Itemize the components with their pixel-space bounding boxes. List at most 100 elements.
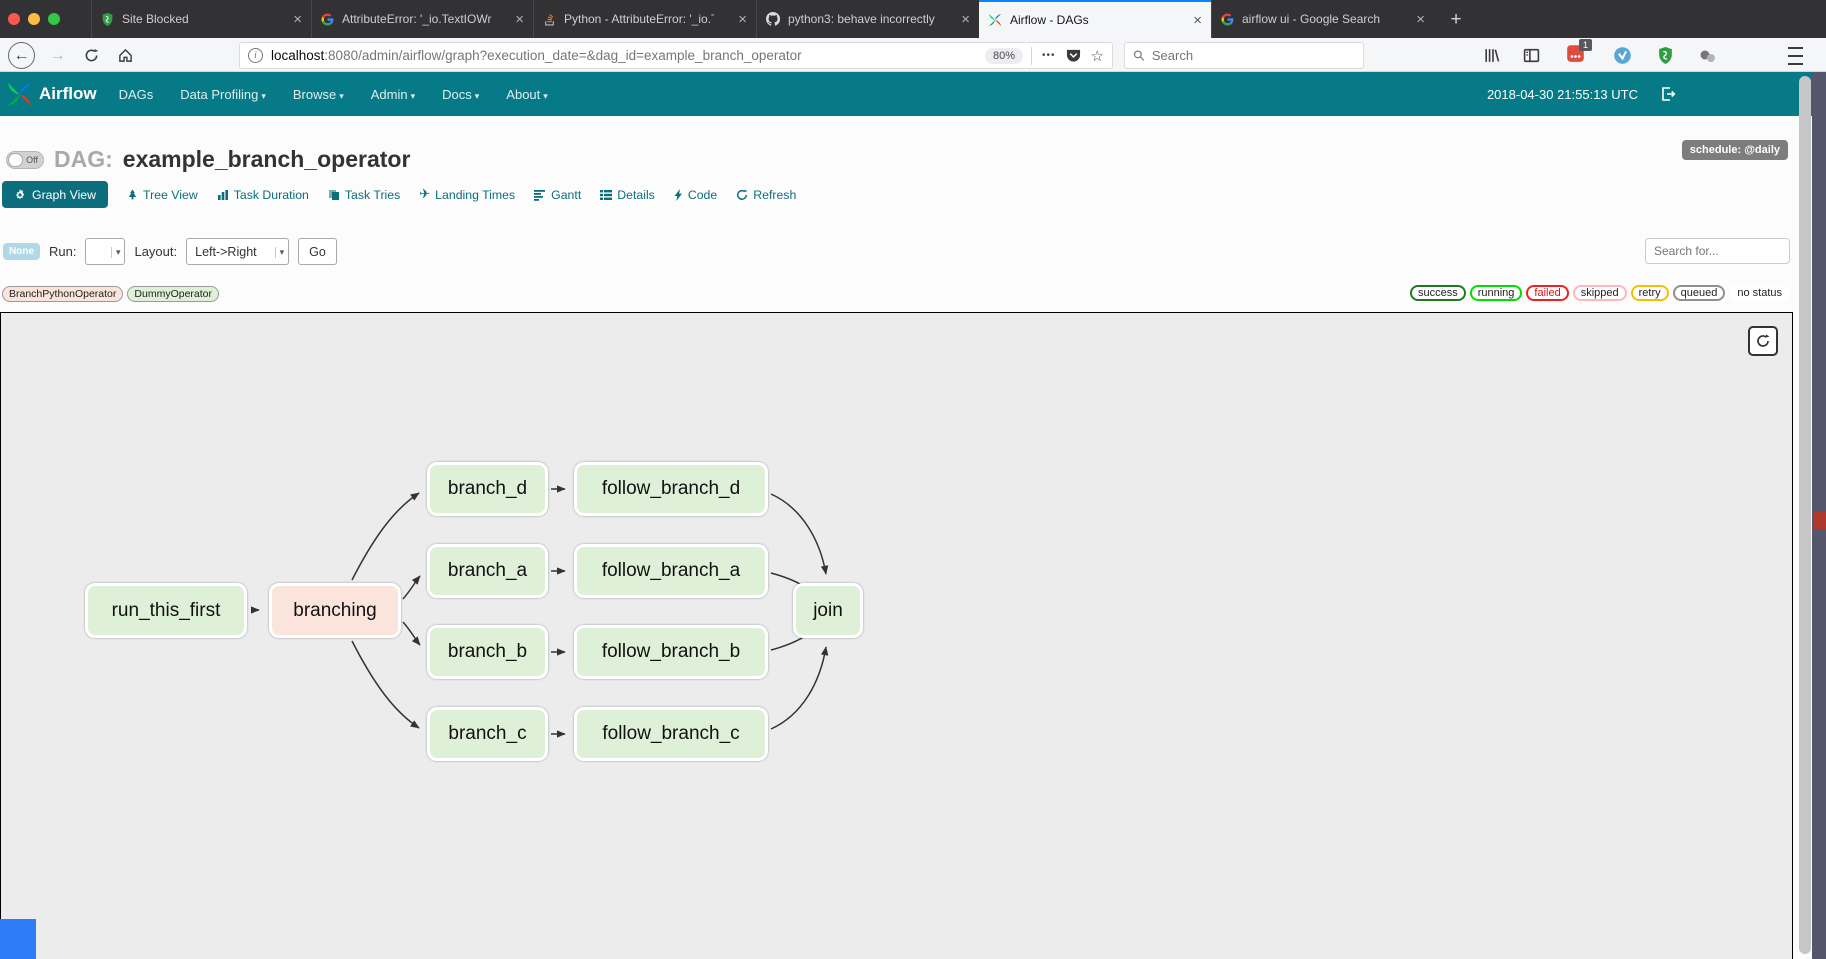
- grey-spheres-extension-button[interactable]: [1698, 42, 1718, 69]
- task-node-follow-branch-a[interactable]: follow_branch_a: [574, 544, 768, 598]
- nav-item-dags[interactable]: DAGs: [119, 87, 154, 102]
- run-select[interactable]: ▾: [85, 238, 125, 265]
- traffic-light-close[interactable]: [8, 13, 20, 25]
- tab-bar: Site Blocked × AttributeError: '_io.Text…: [0, 0, 1826, 38]
- tab-airflow-ui-search[interactable]: airflow ui - Google Search ×: [1211, 0, 1434, 38]
- home-button[interactable]: [112, 42, 139, 69]
- tree-icon: [127, 189, 138, 201]
- logout-icon[interactable]: [1660, 86, 1676, 102]
- new-tab-button[interactable]: +: [1443, 7, 1469, 32]
- tab-code[interactable]: Code: [674, 188, 717, 202]
- forward-button: →: [44, 42, 71, 69]
- dagrun-state-badge: None: [3, 243, 40, 260]
- layout-select[interactable]: Left->Right▾: [186, 238, 289, 265]
- url-text[interactable]: localhost:8080/admin/airflow/graph?execu…: [271, 48, 977, 63]
- chevron-down-icon: ▾: [475, 91, 480, 101]
- tab-graph-view[interactable]: Graph View: [2, 181, 108, 208]
- nav-item-about[interactable]: About▾: [506, 87, 548, 102]
- site-info-icon[interactable]: i: [248, 48, 263, 63]
- task-node-follow-branch-b[interactable]: follow_branch_b: [574, 625, 768, 679]
- airflow-menu: DAGs Data Profiling▾ Browse▾ Admin▾ Docs…: [119, 87, 548, 102]
- go-button[interactable]: Go: [298, 238, 337, 265]
- dag-title-name: example_branch_operator: [123, 146, 411, 173]
- blue-extension-button[interactable]: [1613, 42, 1632, 69]
- pocket-icon[interactable]: [1066, 48, 1081, 63]
- task-node-branch-d[interactable]: branch_d: [427, 462, 548, 516]
- tab-landing-times[interactable]: ✈ Landing Times: [419, 187, 515, 202]
- sidebar-toggle-button[interactable]: [1523, 42, 1540, 69]
- task-node-follow-branch-c[interactable]: follow_branch_c: [574, 707, 768, 761]
- extension-badge: 1: [1579, 39, 1592, 51]
- tab-task-duration[interactable]: Task Duration: [217, 188, 309, 202]
- dag-title-row: Off DAG: example_branch_operator: [6, 146, 410, 173]
- airflow-brand[interactable]: Airflow: [39, 84, 97, 104]
- tab-gantt[interactable]: Gantt: [534, 188, 581, 202]
- adblock-extension-button[interactable]: 1: [1566, 42, 1585, 69]
- bolt-icon: [674, 189, 683, 201]
- task-node-branch-a[interactable]: branch_a: [427, 544, 548, 598]
- library-button[interactable]: [1483, 42, 1500, 69]
- close-icon[interactable]: ×: [293, 12, 302, 27]
- task-node-join[interactable]: join: [793, 583, 863, 638]
- legend-branchpythonoperator: BranchPythonOperator: [2, 286, 123, 302]
- nav-item-docs[interactable]: Docs▾: [442, 87, 479, 102]
- close-icon[interactable]: ×: [1193, 13, 1202, 28]
- task-node-run-this-first[interactable]: run_this_first: [85, 583, 247, 638]
- dag-graph-canvas[interactable]: run_this_first branching branch_d follow…: [0, 312, 1793, 959]
- task-node-branching[interactable]: branching: [269, 583, 401, 638]
- nav-item-data-profiling[interactable]: Data Profiling▾: [180, 87, 266, 102]
- airflow-icon: [988, 13, 1002, 27]
- utc-clock: 2018-04-30 21:55:13 UTC: [1487, 87, 1638, 102]
- task-node-follow-branch-d[interactable]: follow_branch_d: [574, 462, 768, 516]
- schedule-badge: schedule: @daily: [1682, 140, 1788, 160]
- bookmark-star-icon[interactable]: ☆: [1091, 47, 1104, 65]
- nav-item-browse[interactable]: Browse▾: [293, 87, 344, 102]
- close-icon[interactable]: ×: [515, 12, 524, 27]
- tab-attributeerror-google[interactable]: AttributeError: '_io.TextIOWrapp ×: [311, 0, 533, 38]
- toggle-label: Off: [26, 155, 38, 165]
- task-node-branch-c[interactable]: branch_c: [427, 707, 548, 761]
- view-buttons-row: Graph View Tree View Task Duration Task …: [2, 181, 796, 208]
- tab-python3-github[interactable]: python3: behave incorrectly mo ×: [756, 0, 979, 38]
- tab-details[interactable]: Details: [600, 188, 655, 202]
- legend-retry: retry: [1631, 285, 1669, 301]
- close-icon[interactable]: ×: [961, 12, 970, 27]
- close-icon[interactable]: ×: [738, 12, 747, 27]
- tab-python-stackoverflow[interactable]: Python - AttributeError: '_io.Te ×: [533, 0, 756, 38]
- tab-site-blocked[interactable]: Site Blocked ×: [91, 0, 311, 38]
- airflow-logo-icon: [6, 81, 33, 108]
- legend-success: success: [1410, 285, 1466, 301]
- page-actions-icon[interactable]: •••: [1042, 50, 1056, 61]
- copy-icon: [328, 189, 340, 201]
- zoom-level-badge[interactable]: 80%: [985, 48, 1023, 64]
- graph-refresh-button[interactable]: [1748, 326, 1778, 356]
- toggle-knob: [8, 153, 23, 167]
- legend-dummyoperator: DummyOperator: [127, 286, 219, 302]
- page-scrollbar[interactable]: [1799, 76, 1811, 954]
- url-bar[interactable]: i localhost:8080/admin/airflow/graph?exe…: [239, 42, 1113, 69]
- search-input[interactable]: [1152, 48, 1355, 63]
- menu-hamburger-button[interactable]: [1788, 42, 1803, 69]
- chevron-down-icon: ▾: [543, 91, 548, 101]
- traffic-light-minimize[interactable]: [28, 13, 40, 25]
- traffic-light-zoom[interactable]: [48, 13, 60, 25]
- task-node-branch-b[interactable]: branch_b: [427, 625, 548, 679]
- tab-tree-view[interactable]: Tree View: [127, 188, 198, 202]
- stackoverflow-icon: [543, 13, 556, 26]
- reload-button[interactable]: [78, 42, 105, 69]
- tab-task-tries[interactable]: Task Tries: [328, 188, 400, 202]
- back-button[interactable]: ←: [8, 42, 35, 69]
- nav-item-admin[interactable]: Admin▾: [371, 87, 415, 102]
- script-shield-extension-button[interactable]: [1657, 42, 1674, 69]
- airflow-navbar: Airflow DAGs Data Profiling▾ Browse▾ Adm…: [0, 72, 1826, 116]
- search-icon: [1133, 49, 1145, 62]
- tab-title: airflow ui - Google Search: [1242, 12, 1380, 26]
- tab-title: AttributeError: '_io.TextIOWrapp: [342, 12, 492, 26]
- browser-search-bar[interactable]: [1124, 42, 1364, 69]
- tab-airflow-dags[interactable]: Airflow - DAGs ×: [979, 0, 1211, 38]
- legend-running: running: [1470, 285, 1523, 301]
- refresh-link[interactable]: Refresh: [736, 188, 796, 202]
- dag-pause-toggle[interactable]: Off: [6, 151, 44, 169]
- task-search-input[interactable]: [1645, 238, 1790, 264]
- close-icon[interactable]: ×: [1416, 12, 1425, 27]
